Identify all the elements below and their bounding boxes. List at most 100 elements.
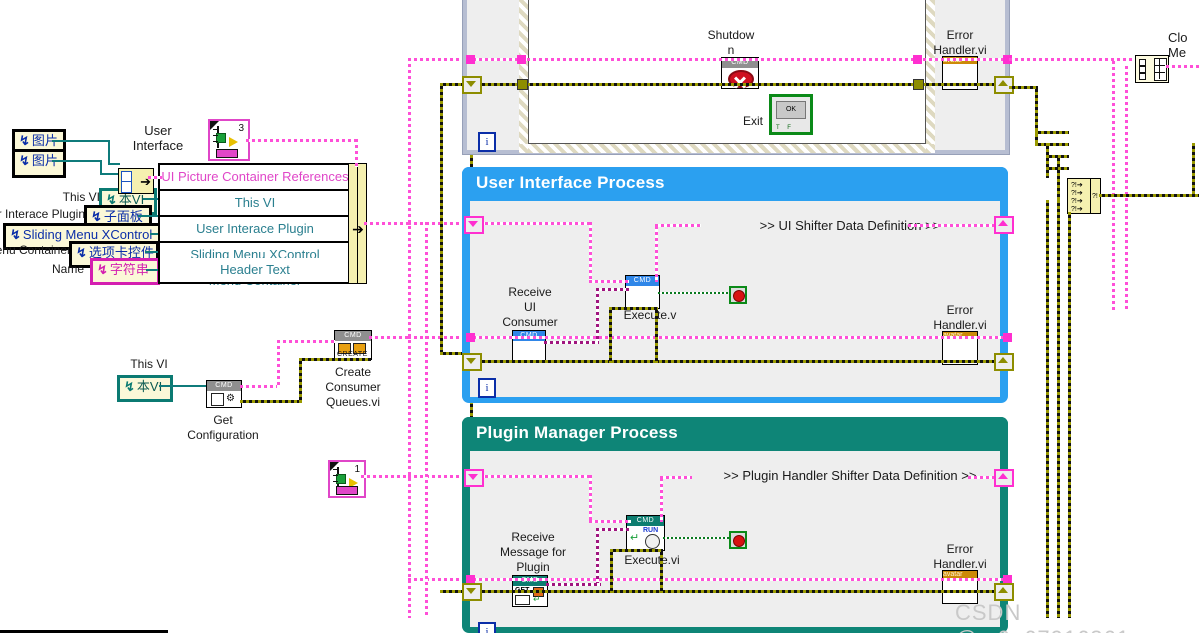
exit-label: Exit (742, 114, 763, 128)
shift-register-plugin-pink-right[interactable] (994, 469, 1014, 487)
wire-right-err-h5 (1046, 167, 1069, 170)
plugin-stop-led[interactable] (729, 531, 747, 549)
wire-config-thisvi (159, 385, 208, 387)
tunnel-err-inner-right[interactable] (913, 79, 924, 90)
picture-container-subvi[interactable]: 3 (208, 119, 250, 161)
wire-right-pink-v2 (1125, 66, 1128, 311)
control-terminal-label-ui-plugin: er Interace Plugin (0, 207, 85, 221)
shutdown-info-icon[interactable]: i (478, 132, 496, 152)
wire-right-pink-top (1009, 58, 1135, 61)
create-consumer-queues-node[interactable]: CMD CREATE (334, 330, 372, 360)
tunnel-err-inner-left[interactable] (517, 79, 528, 90)
wire-ui-sr-to-exec (589, 280, 629, 283)
shift-register-plugin-pink-left[interactable] (464, 469, 484, 487)
config-this-vi-control[interactable]: ↯ 本VI (117, 375, 173, 402)
control-name[interactable]: ↯ 字符串 (90, 258, 160, 285)
connector-pane-icon (336, 486, 358, 495)
wire-ui-sr-down (589, 222, 592, 282)
shift-register-ui-pink-right[interactable] (994, 216, 1014, 234)
wire-pic-subvi-down (355, 139, 358, 167)
wire-plugin-bool (663, 537, 729, 539)
plugin-process-info-icon[interactable]: i (478, 622, 496, 633)
wire-ui-dk-bottom (544, 341, 599, 344)
shift-register-shutdown-left[interactable] (462, 76, 482, 94)
user-interface-label: User Interface (132, 123, 184, 153)
gear-circle-icon (645, 534, 660, 549)
wire-plugin-sr-top (473, 475, 591, 478)
concatenate-strings-node[interactable]: ?!➔ ?!➔ ?!➔ ?!➔ ?! (1067, 178, 1101, 214)
run-glyph: RUN (643, 527, 659, 534)
tunnel-pink-ui-right[interactable] (1003, 333, 1012, 342)
tunnel-pink-shutdown-left[interactable] (466, 55, 475, 64)
tunnel-pink-inner-left[interactable] (517, 55, 526, 64)
wire-ui-exec-up (655, 226, 658, 282)
reference-arrow-icon: ↯ (76, 245, 87, 260)
wire-image2-v (100, 160, 102, 174)
wire-getcfg-err (240, 400, 302, 403)
get-configuration-node[interactable]: CMD ⚙ (206, 380, 242, 408)
user-interface-process-title: User Interface Process (476, 173, 665, 192)
wire-ui-pink-bus (473, 336, 1009, 339)
wire-ui-bool (658, 292, 728, 294)
wire-bus-pink-bottom (408, 578, 470, 581)
subvi-badge: 1 (354, 464, 360, 475)
wire-ui-err-h (609, 307, 658, 310)
wire-plugin-pink-bus (473, 578, 1009, 581)
wire-bus-pink-top (408, 58, 470, 61)
tunnel-pink-inner-right[interactable] (913, 55, 922, 64)
gear-icon: ⚙ (226, 393, 235, 404)
build-array-node[interactable] (1135, 55, 1169, 83)
shift-register-ui-err-left[interactable] (462, 353, 482, 371)
wire-ui-label-to-sr (908, 224, 1000, 227)
user-interface-process-banner: User Interface Process (462, 167, 1008, 201)
wire-ui-exec-to-label (655, 224, 701, 227)
wire-plugin-exec-up (660, 478, 663, 522)
wire-plugin-err-bus (473, 590, 1009, 593)
create-glyph: CREATE (337, 351, 368, 358)
wire-plugin-sr-down (589, 475, 592, 523)
arrow-icon: ↵ (533, 594, 541, 604)
ui-error-handler-label: Error Handler.vi (933, 303, 987, 332)
reference-arrow-icon: ↯ (19, 133, 30, 148)
plugin-error-handler-node[interactable]: avatar (942, 570, 978, 604)
control-sliding-menu-label: Sliding Menu XControl (22, 227, 153, 242)
shift-register-ui-err-right[interactable] (994, 353, 1014, 371)
cluster-row-header-text-box: Header Text (158, 258, 352, 284)
exit-ok-button[interactable]: OK T F (769, 94, 813, 135)
control-terminal-label-thisvi: This VI (62, 190, 100, 204)
wire-right-err-v4 (1192, 143, 1195, 197)
ui-stop-led[interactable] (729, 286, 747, 304)
wire-image1-v (108, 140, 110, 164)
shift-register-plugin-err-right[interactable] (994, 583, 1014, 601)
wire-right-err-h3 (1035, 143, 1069, 146)
wire-right-err-h2 (1035, 131, 1069, 134)
control-image-2[interactable]: ↯ 图片 (12, 149, 66, 178)
page-icon (121, 181, 132, 193)
shift-register-shutdown-right[interactable] (994, 76, 1014, 94)
bundle-by-name-node[interactable]: ➔ (118, 168, 154, 194)
plugin-picture-subvi[interactable]: 1 (328, 460, 366, 498)
block-diagram-canvas: ge ↯图片 ge ↯图片 This VI ↯本VI er Interace P… (0, 0, 1199, 633)
ui-process-info-icon[interactable]: i (478, 378, 496, 398)
wire-right-pink-out (1166, 65, 1199, 68)
shift-register-ui-pink-left[interactable] (464, 216, 484, 234)
wire-right-err-long2 (1057, 200, 1060, 618)
receive-ui-consumer-label: Receive UI Consumer (502, 285, 558, 329)
wire-pic-subvi-out (246, 139, 358, 142)
exit-ok-label: OK (776, 101, 806, 119)
reference-arrow-icon: ↯ (19, 153, 30, 168)
receive-message-plugin-label: Receive Message for Plugin (499, 530, 567, 574)
receive-ui-consumer-node[interactable]: CMD (512, 330, 546, 362)
shift-register-plugin-err-left[interactable] (462, 583, 482, 601)
cluster-row-this-vi: This VI (160, 191, 350, 217)
slider-icon (216, 126, 228, 148)
plugin-manager-process-title: Plugin Manager Process (476, 423, 678, 442)
control-name-label: 字符串 (109, 262, 149, 277)
shutdown-label: Shutdow n (707, 28, 755, 57)
wire-plugin-err-v1 (610, 549, 613, 593)
wire-uiplugin (138, 215, 159, 217)
tunnel-pink-ui-left[interactable] (466, 333, 475, 342)
reference-arrow-icon: ↯ (91, 209, 102, 224)
wire-shutdown-pink (473, 58, 1009, 61)
wire-shutdown-err (473, 83, 1009, 86)
